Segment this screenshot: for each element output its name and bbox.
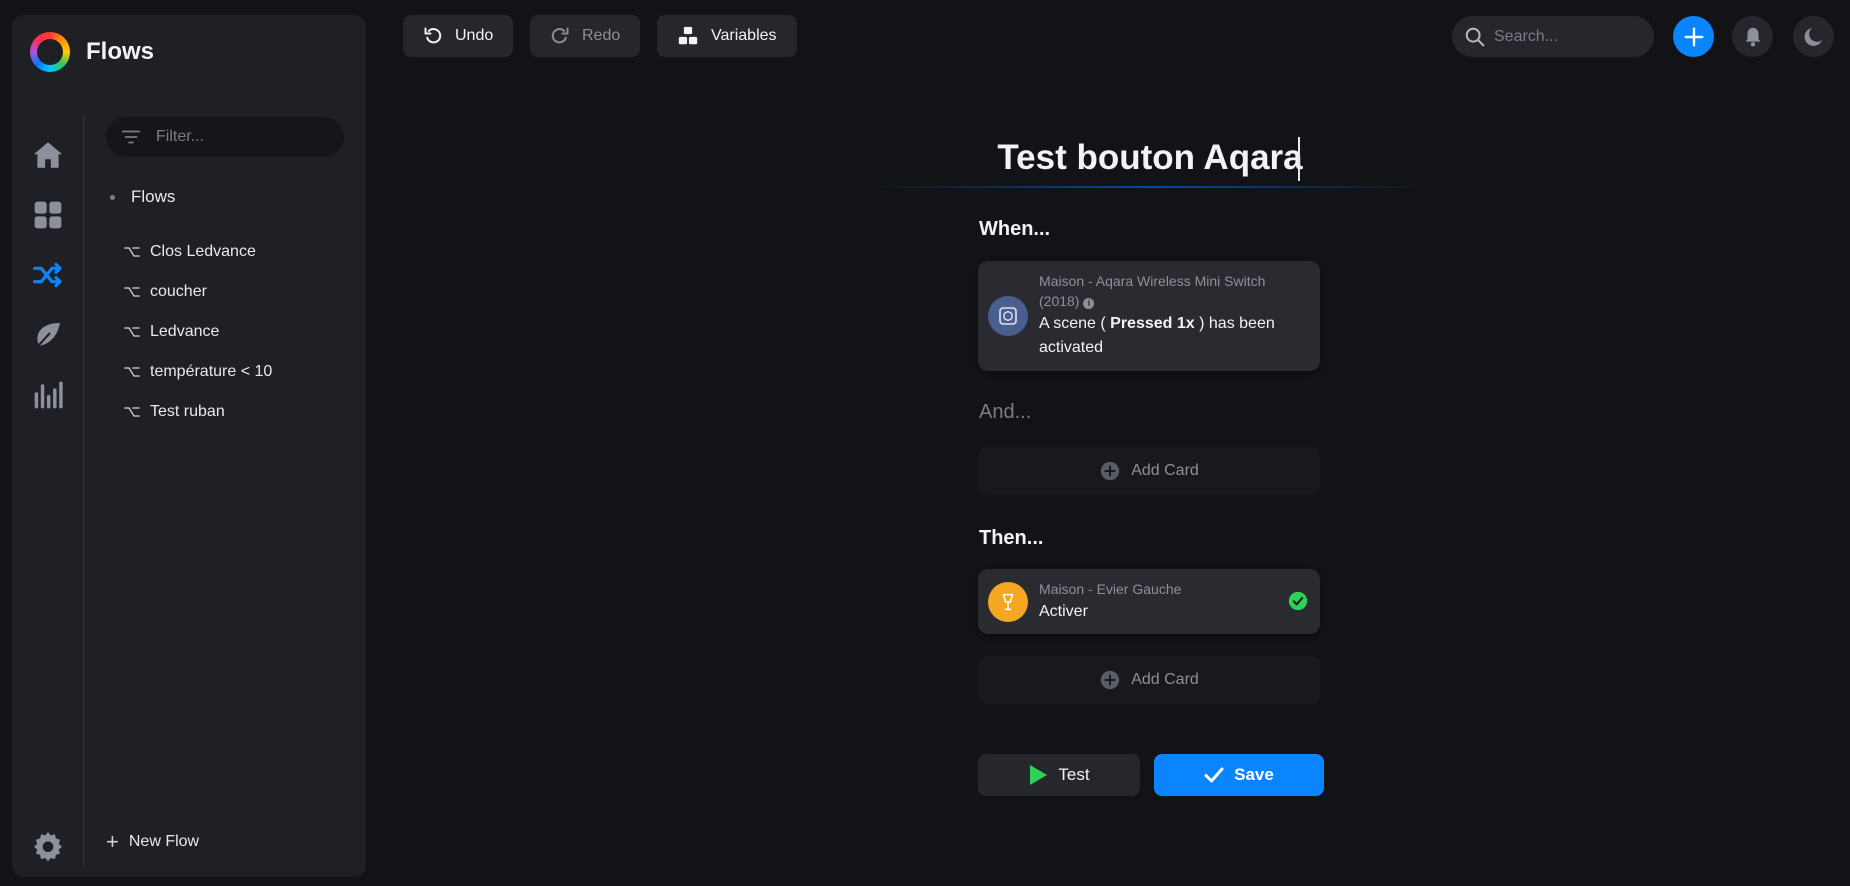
undo-button[interactable]: Undo — [403, 15, 514, 57]
undo-label: Undo — [455, 27, 494, 44]
trigger-device-year: (2018) — [1039, 293, 1080, 309]
sidebar: Flows Flows Clos Ledvance c — [12, 15, 366, 877]
search-icon — [1465, 27, 1485, 46]
redo-label: Redo — [582, 27, 621, 44]
new-flow-label: New Flow — [128, 833, 200, 850]
redo-button[interactable]: Redo — [530, 15, 641, 57]
and-label: And... — [979, 401, 1032, 423]
when-label: When... — [979, 218, 1051, 240]
action-device-name: Maison - Evier Gauche — [1039, 581, 1182, 597]
add-card-label: Add Card — [1131, 671, 1199, 688]
nav-rail — [12, 115, 84, 867]
variables-blocks-icon — [678, 26, 698, 45]
test-button[interactable]: Test — [978, 754, 1140, 796]
search-input[interactable] — [1494, 27, 1644, 46]
then-action-card[interactable]: Maison - Evier Gauche Activer — [978, 569, 1320, 634]
tree-item-flow[interactable]: température < 10 — [124, 357, 272, 387]
home-icon[interactable] — [28, 135, 68, 175]
filter-field[interactable] — [106, 117, 344, 157]
tree-item-label: température < 10 — [150, 363, 273, 380]
tree-item-label: Ledvance — [150, 323, 220, 340]
device-lamp-icon — [988, 582, 1028, 622]
trigger-description: A scene ( Pressed 1x ) has been activate… — [1039, 312, 1309, 360]
new-flow-button[interactable]: + New Flow — [106, 831, 199, 853]
flow-branch-icon — [124, 407, 140, 417]
trigger-text-before: A scene ( — [1039, 315, 1106, 332]
tree-item-flow[interactable]: Clos Ledvance — [124, 237, 256, 267]
plus-icon: + — [106, 829, 119, 854]
flow-branch-icon — [124, 287, 140, 297]
app-title: Flows — [86, 38, 155, 65]
then-label: Then... — [979, 527, 1044, 549]
trigger-argument[interactable]: Pressed 1x — [1110, 315, 1195, 332]
save-label: Save — [1234, 765, 1274, 784]
dashboard-icon[interactable] — [28, 195, 68, 235]
text-caret — [1298, 137, 1300, 181]
homey-logo-icon — [30, 32, 70, 72]
add-action-card-button[interactable]: Add Card — [978, 656, 1320, 704]
when-trigger-card[interactable]: Maison - Aqara Wireless Mini Switch (201… — [978, 261, 1320, 371]
add-button[interactable] — [1673, 16, 1714, 57]
flow-branch-icon — [124, 327, 140, 337]
tree-root-label: Flows — [131, 187, 176, 206]
filter-input[interactable] — [156, 128, 326, 146]
trigger-device-name: Maison - Aqara Wireless Mini Switch (201… — [1039, 271, 1309, 311]
gear-icon[interactable] — [28, 826, 68, 866]
flows-shuffle-icon[interactable] — [28, 255, 68, 295]
tree-item-flow[interactable]: Test ruban — [124, 397, 225, 427]
variables-button[interactable]: Variables — [657, 15, 797, 57]
insights-bars-icon[interactable] — [28, 375, 68, 415]
bullet-dot — [110, 194, 115, 200]
tree-root-flows[interactable]: Flows — [110, 187, 175, 207]
plus-icon — [1684, 27, 1703, 46]
test-label: Test — [1058, 765, 1090, 784]
tree-item-label: Clos Ledvance — [150, 243, 256, 260]
bell-icon — [1745, 27, 1760, 47]
tree-item-label: coucher — [150, 283, 207, 300]
check-circle-icon — [1288, 591, 1308, 611]
checkmark-icon — [1204, 767, 1224, 783]
flow-branch-icon — [124, 367, 140, 377]
plus-circle-icon — [1101, 461, 1120, 481]
leaf-icon[interactable] — [28, 315, 68, 355]
title-underline — [870, 186, 1430, 188]
filter-icon — [121, 130, 141, 144]
redo-icon — [551, 27, 569, 44]
device-switch-icon — [988, 296, 1028, 336]
theme-toggle-button[interactable] — [1793, 16, 1834, 57]
tree-item-label: Test ruban — [150, 403, 225, 420]
search-field[interactable] — [1452, 16, 1654, 57]
brand: Flows — [30, 32, 154, 72]
notifications-button[interactable] — [1732, 16, 1773, 57]
play-icon — [1030, 765, 1048, 785]
add-condition-card-button[interactable]: Add Card — [978, 447, 1320, 495]
info-icon[interactable]: i — [1083, 298, 1095, 309]
action-label: Activer — [1039, 603, 1088, 620]
plus-circle-icon — [1101, 670, 1120, 690]
flow-branch-icon — [124, 247, 140, 257]
trigger-device-label: Maison - Aqara Wireless Mini Switch — [1039, 273, 1266, 289]
flow-title[interactable]: Test bouton Aqara — [900, 138, 1400, 178]
moon-icon — [1804, 27, 1822, 46]
add-card-label: Add Card — [1131, 462, 1199, 479]
tree-item-flow[interactable]: Ledvance — [124, 317, 219, 347]
save-button[interactable]: Save — [1154, 754, 1324, 796]
undo-icon — [424, 27, 442, 44]
tree-item-flow[interactable]: coucher — [124, 277, 207, 307]
variables-label: Variables — [711, 27, 777, 44]
